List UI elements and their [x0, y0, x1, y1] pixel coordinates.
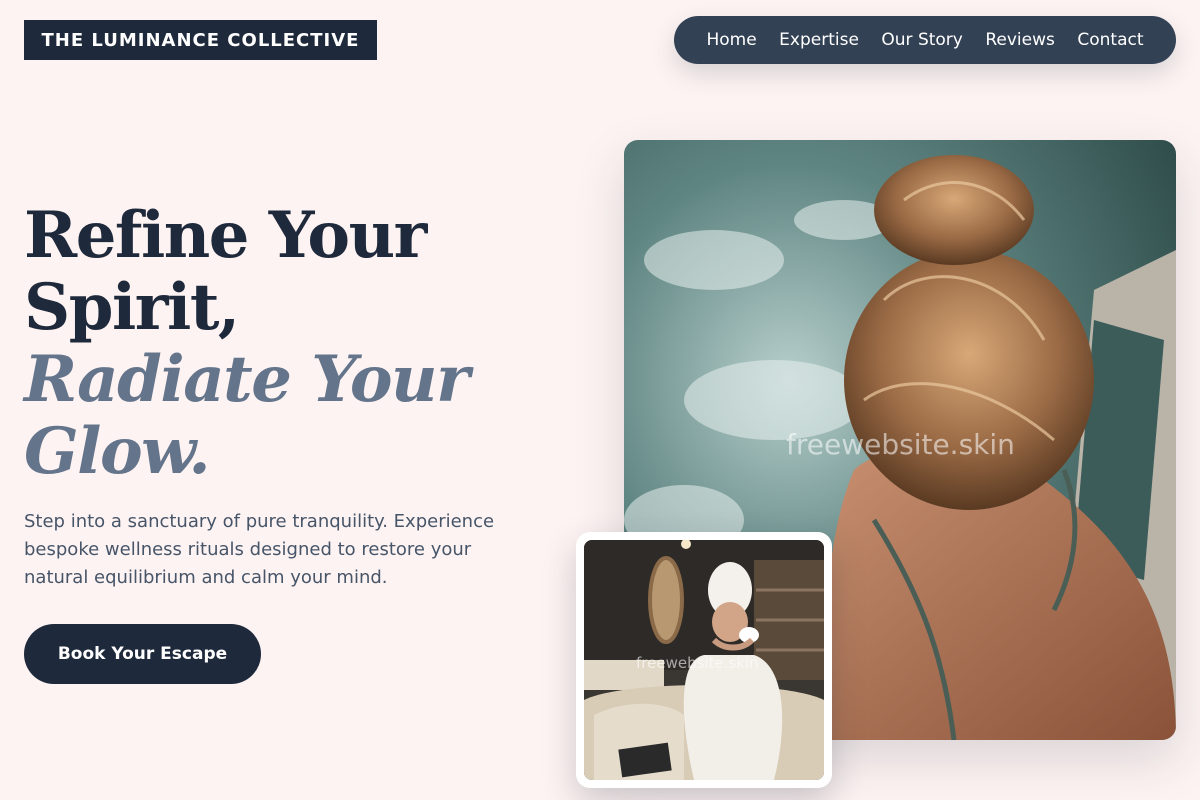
- inset-photo-watermark: freewebsite.skin: [636, 654, 759, 672]
- nav-item-expertise[interactable]: Expertise: [779, 30, 859, 50]
- nav-item-our-story[interactable]: Our Story: [881, 30, 962, 50]
- hero-subtext: Step into a sanctuary of pure tranquilit…: [24, 511, 495, 588]
- inset-photo: freewebsite.skin: [584, 540, 824, 780]
- headline-italic-line-1: Radiate Your: [24, 342, 470, 417]
- inset-photo-frame: freewebsite.skin: [576, 532, 832, 788]
- nav-item-home[interactable]: Home: [706, 30, 756, 50]
- main-nav: Home Expertise Our Story Reviews Contact: [674, 16, 1176, 64]
- nav-item-reviews[interactable]: Reviews: [985, 30, 1055, 50]
- hero-headline: Refine Your Spirit, Radiate Your Glow.: [24, 200, 544, 488]
- headline-line-2: Spirit,: [24, 270, 240, 345]
- brand-logo[interactable]: THE LUMINANCE COLLECTIVE: [24, 20, 377, 60]
- book-escape-button[interactable]: Book Your Escape: [24, 624, 261, 684]
- nav-item-contact[interactable]: Contact: [1077, 30, 1143, 50]
- main-photo-watermark: freewebsite.skin: [786, 428, 1015, 461]
- headline-italic-line-2: Glow.: [24, 414, 211, 489]
- headline-line-1: Refine Your: [24, 198, 427, 273]
